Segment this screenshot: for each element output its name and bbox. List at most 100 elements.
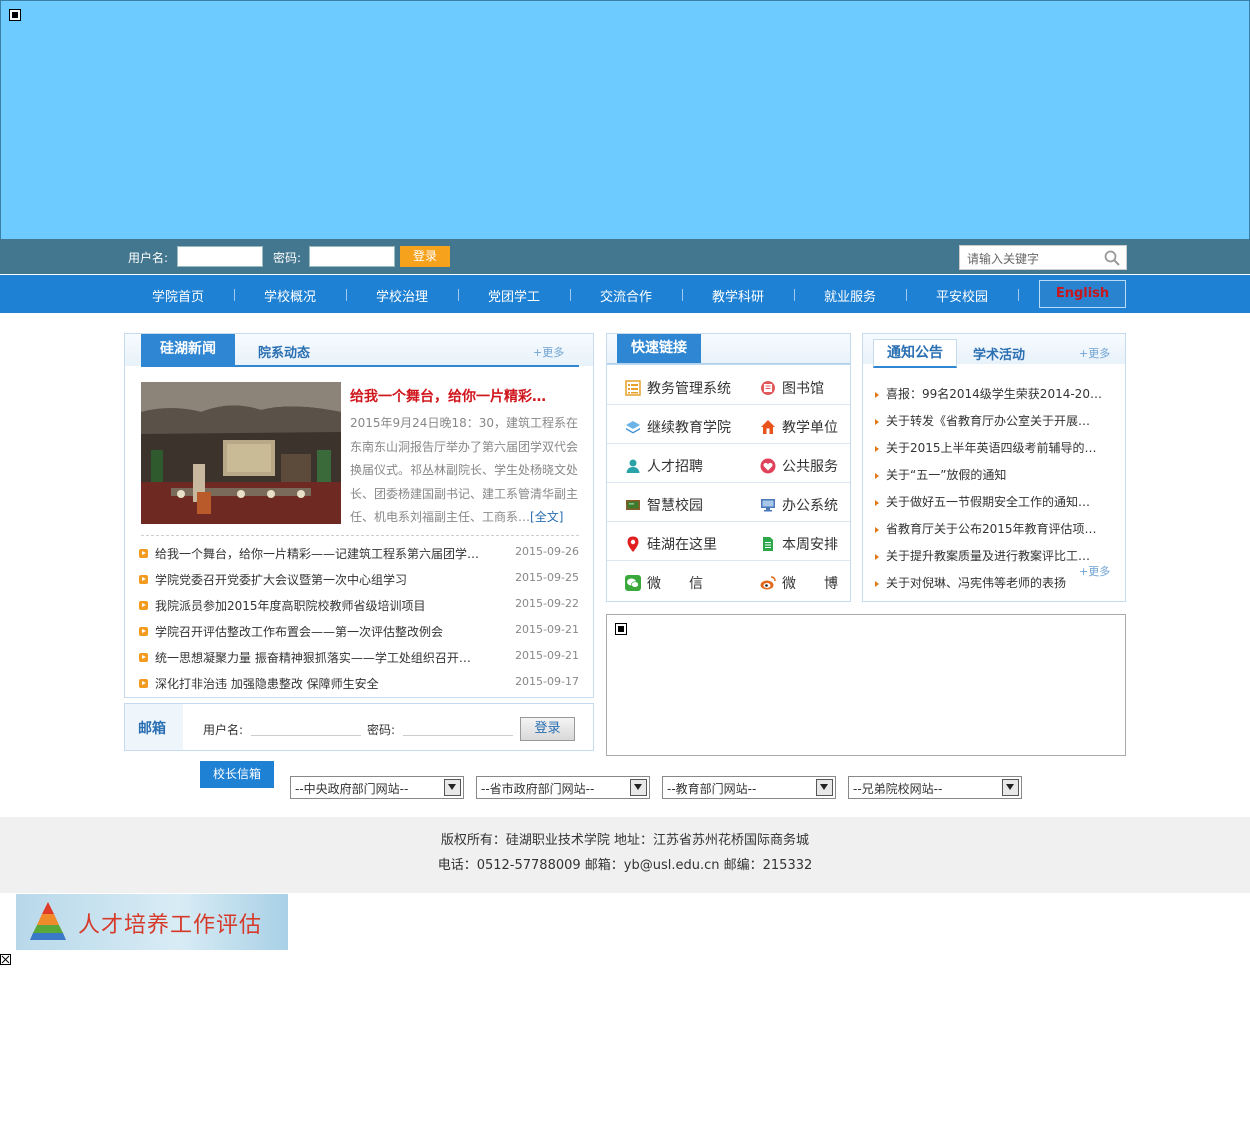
footer: 版权所有：硅湖职业技术学院 地址：江苏省苏州花桥国际商务城 电话：0512-57… (0, 817, 1250, 893)
quicklink-label[interactable]: 智慧校园 (647, 495, 703, 515)
tab-notices[interactable]: 通知公告 (873, 339, 957, 368)
notices-more-link[interactable]: +更多 (1079, 345, 1110, 361)
assessment-banner[interactable]: 人才培养工作评估 (16, 894, 288, 950)
news-item-title[interactable]: 深化打非治违 加强隐患整改 保障师生安全 (155, 675, 379, 692)
provincial-govt-select[interactable]: --省市政府部门网站-- (476, 776, 650, 799)
pyramid-icon (30, 902, 66, 940)
quicklink-label[interactable]: 办公系统 (782, 495, 838, 515)
tab-school-news[interactable]: 硅湖新闻 (141, 334, 235, 365)
nav-item-research[interactable]: 教学科研 (712, 286, 764, 305)
nav-item-home[interactable]: 学院首页 (152, 286, 204, 305)
quicklink-public-service[interactable]: 公共服务 (760, 448, 845, 486)
quicklink-label[interactable]: 教务管理系统 (647, 378, 731, 398)
tab-academic-activities[interactable]: 学术活动 (973, 344, 1025, 363)
username-input[interactable] (177, 246, 263, 267)
tab-underline (141, 365, 579, 367)
select-value: --省市政府部门网站-- (481, 782, 595, 796)
quicklink-recruitment[interactable]: 人才招聘 (625, 448, 735, 486)
nav-item-safety[interactable]: 平安校园 (936, 286, 988, 305)
media-placeholder (606, 614, 1126, 756)
news-list-item[interactable]: 学院党委召开党委扩大会议暨第一次中心组学习 2015-09-25 (139, 571, 579, 589)
news-headline[interactable]: 给我一个舞台，给你一片精彩… (350, 386, 546, 406)
quicklink-label[interactable]: 人才招聘 (647, 456, 703, 476)
mail-username-input[interactable] (251, 718, 361, 736)
nav-divider (458, 289, 459, 301)
select-value: --教育部门网站-- (667, 782, 757, 796)
news-item-title[interactable]: 学院召开评估整改工作布置会——第一次评估整改例会 (155, 623, 443, 640)
nav-item-exchange[interactable]: 交流合作 (600, 286, 652, 305)
quicklink-label[interactable]: 硅湖在这里 (647, 534, 717, 554)
quicklink-label[interactable]: 公共服务 (782, 456, 838, 476)
full-text-link[interactable]: [全文] (530, 510, 563, 524)
quicklink-label[interactable]: 继续教育学院 (647, 417, 731, 437)
notices-more-link-bottom[interactable]: +更多 (1079, 563, 1110, 579)
news-summary: 2015年9月24日晚18：30，建筑工程系在东南东山洞报告厅举办了第六届团学双… (350, 412, 580, 530)
quicklink-label[interactable]: 微 信 (647, 573, 703, 593)
search-input[interactable]: 请输入关键字 (959, 245, 1127, 270)
notice-item[interactable]: 关于做好五一节假期安全工作的通知… (875, 493, 1090, 510)
notice-title[interactable]: 关于做好五一节假期安全工作的通知… (886, 495, 1090, 509)
quicklink-wechat[interactable]: 微 信 (625, 565, 735, 603)
quicklink-continuing-education[interactable]: 继续教育学院 (625, 409, 745, 447)
close-icon[interactable] (0, 954, 11, 965)
quicklink-weekly-schedule[interactable]: 本周安排 (760, 526, 845, 564)
quicklink-map[interactable]: 硅湖在这里 (625, 526, 735, 564)
central-govt-select[interactable]: --中央政府部门网站-- (290, 776, 464, 799)
notice-item[interactable]: 省教育厅关于公布2015年教育评估项… (875, 520, 1097, 537)
education-dept-select[interactable]: --教育部门网站-- (662, 776, 836, 799)
search-icon[interactable] (1104, 250, 1120, 266)
tab-department-news[interactable]: 院系动态 (258, 342, 310, 361)
news-list-item[interactable]: 给我一个舞台，给你一片精彩——记建筑工程系第六届团学… 2015-09-26 (139, 545, 579, 563)
nav-item-governance[interactable]: 学校治理 (376, 286, 428, 305)
news-item-title[interactable]: 统一思想凝聚力量 振奋精神狠抓落实——学工处组织召开… (155, 649, 471, 666)
news-list-item[interactable]: 我院派员参加2015年度高职院校教师省级培训项目 2015-09-22 (139, 597, 579, 615)
notice-title[interactable]: 喜报：99名2014级学生荣获2014-20… (886, 387, 1102, 401)
nav-item-employment[interactable]: 就业服务 (824, 286, 876, 305)
notice-item[interactable]: 关于提升教案质量及进行教案评比工… (875, 547, 1090, 564)
login-button[interactable]: 登录 (400, 246, 450, 267)
library-icon (761, 381, 775, 395)
news-list-item[interactable]: 深化打非治违 加强隐患整改 保障师生安全 2015-09-17 (139, 675, 579, 693)
news-item-title[interactable]: 给我一个舞台，给你一片精彩——记建筑工程系第六届团学… (155, 545, 479, 562)
notice-item[interactable]: 关于转发《省教育厅办公室关于开展… (875, 412, 1090, 429)
principal-mailbox-button[interactable]: 校长信箱 (200, 761, 274, 788)
arrow-icon (875, 553, 879, 560)
quicklink-smart-campus[interactable]: 智慧校园 (625, 487, 735, 525)
quicklink-label[interactable]: 微 博 (782, 573, 838, 593)
home-icon (761, 420, 775, 434)
notice-title[interactable]: 关于转发《省教育厅办公室关于开展… (886, 414, 1090, 428)
quicklink-label[interactable]: 本周安排 (782, 534, 838, 554)
main-nav: 学院首页 学校概况 学校治理 党团学工 交流合作 教学科研 就业服务 平安校园 … (0, 275, 1250, 313)
news-more-link[interactable]: +更多 (533, 344, 564, 360)
password-input[interactable] (309, 246, 395, 267)
chevron-down-icon (444, 779, 461, 796)
notice-title[interactable]: 关于对倪琳、冯宪伟等老师的表扬 (886, 576, 1066, 590)
quicklink-label[interactable]: 教学单位 (782, 417, 838, 437)
news-list-item[interactable]: 学院召开评估整改工作布置会——第一次评估整改例会 2015-09-21 (139, 623, 579, 641)
notice-title[interactable]: 省教育厅关于公布2015年教育评估项… (886, 522, 1097, 536)
nav-item-english[interactable]: English (1039, 280, 1126, 308)
quicklink-teaching-units[interactable]: 教学单位 (760, 409, 845, 447)
nav-item-party[interactable]: 党团学工 (488, 286, 540, 305)
notice-title[interactable]: 关于提升教案质量及进行教案评比工… (886, 549, 1090, 563)
quicklink-library[interactable]: 图书馆 (760, 370, 845, 408)
quicklink-office-system[interactable]: 办公系统 (760, 487, 845, 525)
mail-password-input[interactable] (403, 718, 513, 736)
notice-title[interactable]: 关于“五一”放假的通知 (886, 468, 1006, 482)
news-list-item[interactable]: 统一思想凝聚力量 振奋精神狠抓落实——学工处组织召开… 2015-09-21 (139, 649, 579, 667)
notice-title[interactable]: 关于2015上半年英语四级考前辅导的… (886, 441, 1097, 455)
notice-item[interactable]: 关于“五一”放假的通知 (875, 466, 1006, 483)
news-item-title[interactable]: 我院派员参加2015年度高职院校教师省级培训项目 (155, 597, 426, 614)
mail-login-button[interactable]: 登录 (520, 717, 575, 741)
nav-item-overview[interactable]: 学校概况 (264, 286, 316, 305)
sister-schools-select[interactable]: --兄弟院校网站-- (848, 776, 1022, 799)
news-item-title[interactable]: 学院党委召开党委扩大会议暨第一次中心组学习 (155, 571, 407, 588)
notice-item[interactable]: 关于2015上半年英语四级考前辅导的… (875, 439, 1097, 456)
quicklink-label[interactable]: 图书馆 (782, 378, 824, 398)
news-photo[interactable] (141, 382, 341, 524)
location-pin-icon (627, 536, 639, 552)
notice-item[interactable]: 喜报：99名2014级学生荣获2014-20… (875, 385, 1102, 402)
quicklink-academic-system[interactable]: 教务管理系统 (625, 370, 735, 408)
quicklink-weibo[interactable]: 微 博 (760, 565, 845, 603)
notice-item[interactable]: 关于对倪琳、冯宪伟等老师的表扬 (875, 574, 1066, 591)
